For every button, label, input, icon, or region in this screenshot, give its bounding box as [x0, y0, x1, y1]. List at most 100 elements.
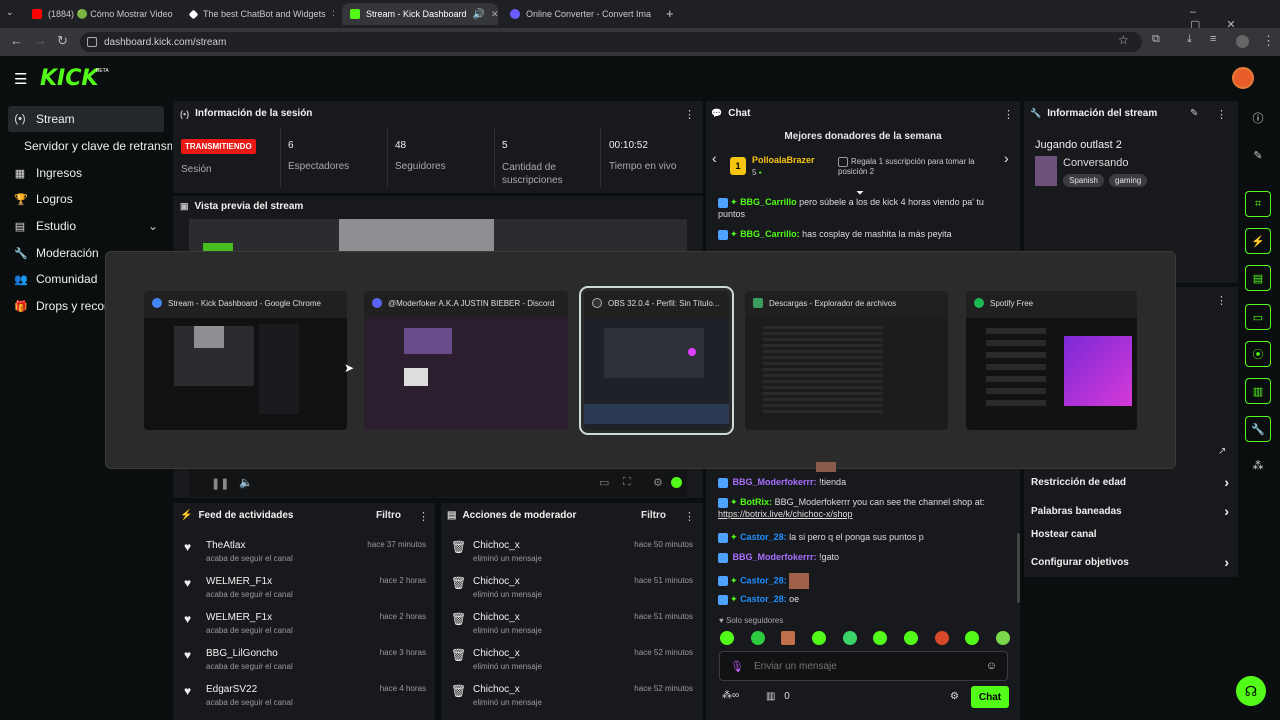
bolt-icon[interactable]: ⚡	[1245, 228, 1271, 254]
setting-host-channel[interactable]: Hostear canal	[1031, 529, 1229, 540]
list-item[interactable]: ♥ EdgarSV22 acaba de seguir el canal hace 4…	[184, 684, 426, 720]
list-item[interactable]: 🗑 Chichoc_x eliminó un mensaje hace 52 minu…	[451, 648, 693, 684]
close-icon[interactable]: ✕	[491, 9, 498, 20]
emote-icon[interactable]	[873, 631, 888, 645]
new-tab-icon[interactable]: +	[666, 6, 674, 21]
browser-tab-youtube[interactable]: (1884) 🟢 Cómo Mostrar Video ✕	[24, 3, 174, 25]
chevron-right-icon[interactable]: ›	[1004, 150, 1009, 166]
layout-icon[interactable]: ▥	[1245, 378, 1271, 404]
scan-icon[interactable]: ⌗	[1245, 191, 1271, 217]
sidebar-item-estudio[interactable]: ▤ Estudio ⌄	[8, 213, 164, 239]
more-options-icon[interactable]: ⋮	[684, 108, 695, 121]
back-icon[interactable]: ←	[10, 33, 23, 48]
list-item[interactable]: 🗑 Chichoc_x eliminó un mensaje hace 52 minu…	[451, 684, 693, 720]
settings-icon[interactable]: ⚙	[653, 476, 663, 489]
setting-age-restriction[interactable]: Restricción de edad ›	[1031, 474, 1229, 490]
filter-button[interactable]: Filtro	[376, 510, 401, 521]
switcher-window-explorer[interactable]: Descargas - Explorador de archivos	[745, 291, 948, 430]
item-name[interactable]: Chichoc_x	[473, 648, 542, 659]
chat-username[interactable]: BBG_Carrillo	[740, 197, 797, 207]
chat-icon[interactable]: ▭	[1245, 304, 1271, 330]
chat-settings-icon[interactable]: ⚙	[950, 691, 959, 702]
list-item[interactable]: ♥ BBG_LilGoncho acaba de seguir el canal ha…	[184, 648, 426, 684]
user-avatar[interactable]	[1232, 67, 1254, 89]
bookmark-star-icon[interactable]: ☆	[1118, 33, 1129, 47]
list-item[interactable]: 🗑 Chichoc_x eliminó un mensaje hace 51 minu…	[451, 612, 693, 648]
more-options-icon[interactable]: ⋮	[684, 510, 695, 523]
chat-username[interactable]: Castor_28:	[740, 532, 787, 542]
chat-username[interactable]: BotRix:	[740, 497, 772, 507]
browser-tab-kick[interactable]: Stream - Kick Dashboard 🔊 ✕	[342, 3, 498, 25]
download-icon[interactable]: ⤓	[1187, 33, 1192, 46]
external-link-icon[interactable]: ↗	[1218, 446, 1226, 457]
browser-tab-converter[interactable]: Online Converter - Convert Ima ✕	[502, 3, 658, 25]
close-icon[interactable]: ✕	[657, 9, 658, 20]
item-name[interactable]: TheAtlax	[206, 540, 293, 551]
item-name[interactable]: WELMER_F1x	[206, 612, 293, 623]
theater-icon[interactable]: ▭	[599, 476, 609, 489]
more-options-icon[interactable]: ⋮	[1216, 294, 1227, 307]
channel-points-icon[interactable]: ⁂∞	[722, 690, 739, 701]
switcher-window-discord[interactable]: @Moderfoker A.K.A JUSTIN BIEBER - Discor…	[364, 291, 568, 430]
emote-icon[interactable]	[995, 631, 1010, 645]
more-options-icon[interactable]: ⋮	[418, 510, 429, 523]
emote-icon[interactable]	[781, 631, 796, 645]
shop-link[interactable]: https://botrix.live/k/chichoc-x/shop	[718, 509, 853, 519]
item-name[interactable]: Chichoc_x	[473, 540, 542, 551]
sidebar-item-logros[interactable]: 🏆 Logros	[8, 186, 164, 212]
fullscreen-icon[interactable]: ⛶	[623, 476, 631, 489]
chevron-left-icon[interactable]: ‹	[712, 150, 717, 166]
stream-preview-video[interactable]	[189, 219, 687, 253]
profile-icon[interactable]	[1236, 35, 1249, 48]
emote-icon[interactable]	[750, 631, 765, 645]
list-item[interactable]: ♥ WELMER_F1x acaba de seguir el canal hace …	[184, 576, 426, 612]
setting-goals[interactable]: Configurar objetivos ›	[1031, 554, 1229, 570]
item-name[interactable]: Chichoc_x	[473, 684, 542, 695]
support-headset-icon[interactable]: ☊	[1236, 676, 1266, 706]
address-bar[interactable]: dashboard.kick.com/stream	[80, 32, 1142, 52]
emoji-icon[interactable]: ☺	[986, 660, 997, 672]
more-options-icon[interactable]: ⋮	[1216, 108, 1227, 121]
document-icon[interactable]: ▤	[1245, 265, 1271, 291]
chat-username[interactable]: BBG_Moderfokerrr:	[733, 477, 817, 487]
setting-banned-words[interactable]: Palabras baneadas ›	[1031, 503, 1229, 519]
filter-button[interactable]: Filtro	[641, 510, 666, 521]
kick-logo[interactable]: KICK	[40, 66, 98, 91]
chat-username[interactable]: BBG_Carrillo:	[740, 229, 800, 239]
edit-pencil-icon[interactable]: ✎	[1190, 108, 1198, 119]
category-name[interactable]: Conversando	[1063, 157, 1128, 169]
pencil-icon[interactable]: ✎	[1245, 142, 1271, 168]
audio-icon[interactable]: 🔊	[473, 9, 485, 20]
forward-icon[interactable]: →	[34, 33, 47, 48]
wrench-icon[interactable]: 🔧	[1245, 416, 1271, 442]
item-name[interactable]: WELMER_F1x	[206, 576, 293, 587]
sidebar-item-server-key[interactable]: Servidor y clave de retransmi	[18, 133, 172, 159]
volume-icon[interactable]: 🔈	[239, 476, 253, 489]
info-icon[interactable]: ⓘ	[1245, 105, 1271, 131]
tab-search-icon[interactable]: ⌄	[6, 7, 14, 18]
switcher-window-obs[interactable]: OBS 32.0.4 - Perfil: Sin Título...	[579, 286, 734, 435]
chat-scrollbar[interactable]	[1017, 533, 1020, 603]
reload-icon[interactable]: ↻	[57, 33, 68, 49]
switcher-window-spotify[interactable]: Spotify Free	[966, 291, 1137, 430]
list-item[interactable]: 🗑 Chichoc_x eliminó un mensaje hace 51 minu…	[451, 576, 693, 612]
chat-username[interactable]: Castor_28:	[740, 594, 787, 604]
item-name[interactable]: BBG_LilGoncho	[206, 648, 293, 659]
pause-icon[interactable]: ❚❚	[211, 477, 229, 490]
close-icon[interactable]: ✕	[332, 9, 334, 20]
chat-message-field[interactable]	[753, 660, 986, 672]
emote-icon[interactable]	[934, 631, 949, 645]
emote-icon[interactable]	[811, 631, 826, 645]
list-item[interactable]: 🗑 Chichoc_x eliminó un mensaje hace 50 minu…	[451, 540, 693, 576]
emote-icon[interactable]	[903, 631, 918, 645]
emote-icon[interactable]	[842, 631, 857, 645]
sidebar-item-stream[interactable]: (•) Stream	[8, 106, 164, 132]
reading-list-icon[interactable]: ≡	[1210, 33, 1216, 45]
list-item[interactable]: ♥ TheAtlax acaba de seguir el canal hace 37…	[184, 540, 426, 576]
browser-menu-icon[interactable]: ⋮	[1262, 33, 1275, 49]
site-info-icon[interactable]	[87, 37, 97, 47]
chat-username[interactable]: BBG_Moderfokerrr:	[733, 552, 817, 562]
switcher-window-chrome[interactable]: Stream - Kick Dashboard - Google Chrome	[144, 291, 347, 430]
chat-username[interactable]: Castor_28:	[740, 575, 787, 585]
apps-icon[interactable]: ⁂	[1245, 452, 1271, 478]
